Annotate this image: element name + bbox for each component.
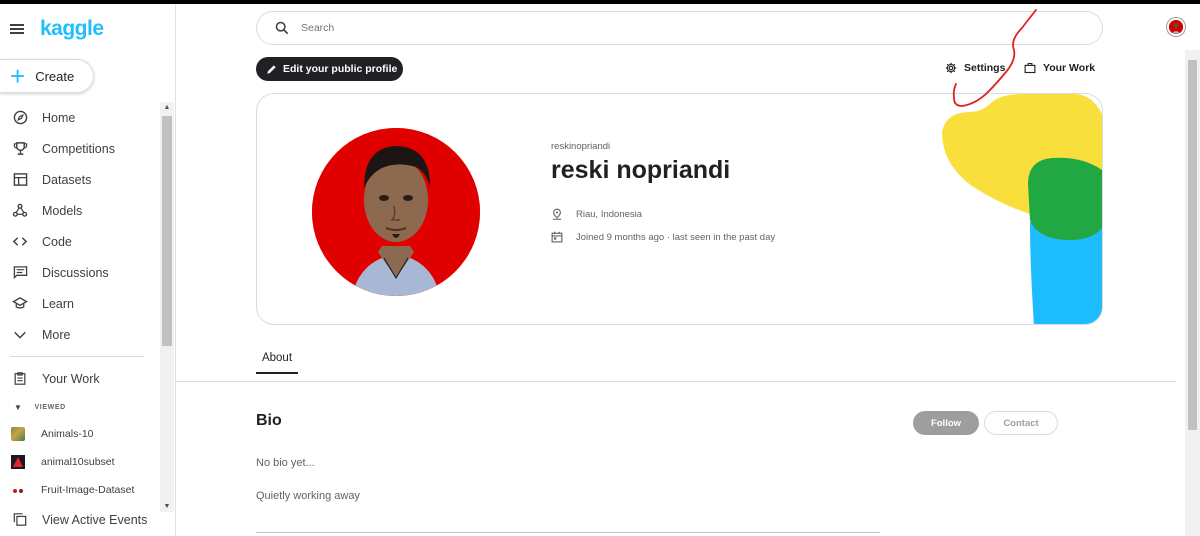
calendar-icon [551,231,563,243]
follow-button[interactable]: Follow [913,411,979,435]
search-icon [275,21,289,35]
settings-link[interactable]: Settings [945,62,1005,74]
models-icon [11,202,29,220]
viewed-label: VIEWED [34,403,66,411]
main-scroll-thumb[interactable] [1188,60,1197,430]
top-border [0,0,1200,4]
edit-profile-label: Edit your public profile [283,63,398,75]
main-scrollbar[interactable] [1185,50,1200,536]
clipboard-icon [11,370,29,388]
sidebar-item-active-events[interactable]: View Active Events [0,504,160,535]
viewed-item-label: animal10subset [41,456,115,468]
sidebar-item-code[interactable]: Code [0,226,160,257]
viewed-item-label: Animals-10 [41,428,94,440]
sidebar-header: kaggle [10,16,104,42]
sidebar-item-more[interactable]: More [0,319,160,350]
sidebar-divider [10,356,144,357]
gear-icon [945,62,957,74]
bio-status: Quietly working away [256,490,360,502]
viewed-item-fruit-image-dataset[interactable]: Fruit-Image-Dataset [0,476,160,504]
your-work-label: Your Work [1043,62,1096,74]
profile-photo [312,128,480,296]
sidebar-item-label: View Active Events [42,512,148,527]
edit-profile-button[interactable]: Edit your public profile [256,57,403,81]
your-work-link[interactable]: Your Work [1024,62,1095,74]
sidebar-scrollbar[interactable]: ▲ ▼ [160,102,174,512]
profile-joined: Joined 9 months ago · last seen in the p… [551,231,775,243]
tab-divider [176,381,1176,382]
briefcase-icon [1024,62,1036,74]
bio-text: No bio yet... [256,457,315,469]
sidebar-item-label: Datasets [42,172,92,187]
comments-icon [11,264,29,282]
search-input[interactable] [301,22,1001,34]
search-bar[interactable] [256,11,1103,45]
scroll-up-icon[interactable]: ▲ [163,104,171,111]
sidebar-item-learn[interactable]: Learn [0,288,160,319]
sidebar-nav: Home Competitions Datasets Models Code D… [0,102,160,535]
sidebar: kaggle + Create Home Competitions Datase… [0,4,176,536]
sidebar-item-label: Competitions [42,141,115,156]
table-icon [11,171,29,189]
compass-icon [11,109,29,127]
sidebar-item-competitions[interactable]: Competitions [0,133,160,164]
sidebar-item-label: Discussions [42,265,109,280]
contact-button[interactable]: Contact [984,411,1058,435]
sidebar-item-label: Home [42,110,76,125]
sidebar-item-label: Your Work [42,371,100,386]
sidebar-item-label: Models [42,203,83,218]
user-avatar[interactable] [1167,18,1185,36]
joined-text: Joined 9 months ago · last seen in the p… [576,231,776,243]
sidebar-scroll-thumb[interactable] [162,116,172,346]
viewed-item-animal10subset[interactable]: animal10subset [0,448,160,476]
sidebar-item-label: More [42,327,71,342]
code-icon [11,233,29,251]
decorative-shapes [942,94,1102,324]
profile-display-name: reski nopriandi [551,156,731,184]
trophy-icon [11,140,29,158]
sidebar-item-label: Learn [42,296,74,311]
settings-label: Settings [964,62,1006,74]
create-label: Create [35,68,75,84]
school-icon [11,295,29,313]
tab-about[interactable]: About [256,352,298,374]
sidebar-item-home[interactable]: Home [0,102,160,133]
bio-divider [256,532,880,533]
dataset-thumbnail [11,483,25,497]
kaggle-logo[interactable]: kaggle [40,17,104,41]
dataset-thumbnail [11,455,25,469]
sidebar-item-datasets[interactable]: Datasets [0,164,160,195]
location-pin-icon [551,208,563,220]
sidebar-item-label: Code [42,234,72,249]
location-text: Riau, Indonesia [576,208,643,220]
profile-card: reskinopriandi reski nopriandi Riau, Ind… [256,93,1103,325]
plus-icon: + [10,61,26,91]
hamburger-menu-icon[interactable] [10,24,24,34]
profile-location: Riau, Indonesia [551,208,642,220]
chevron-down-icon [11,326,29,344]
viewed-item-animals-10[interactable]: Animals-10 [0,420,160,448]
viewed-section-header[interactable]: ▼ VIEWED [0,394,160,420]
profile-username: reskinopriandi [551,141,611,152]
pencil-icon [266,64,277,75]
viewed-item-label: Fruit-Image-Dataset [41,484,135,496]
sidebar-item-your-work[interactable]: Your Work [0,363,160,394]
sidebar-item-discussions[interactable]: Discussions [0,257,160,288]
create-button[interactable]: + Create [0,59,94,93]
bio-heading: Bio [256,412,282,429]
scroll-down-icon[interactable]: ▼ [163,503,171,510]
sidebar-item-models[interactable]: Models [0,195,160,226]
dataset-thumbnail [11,427,25,441]
events-icon [11,511,29,529]
caret-down-icon: ▼ [14,402,23,412]
